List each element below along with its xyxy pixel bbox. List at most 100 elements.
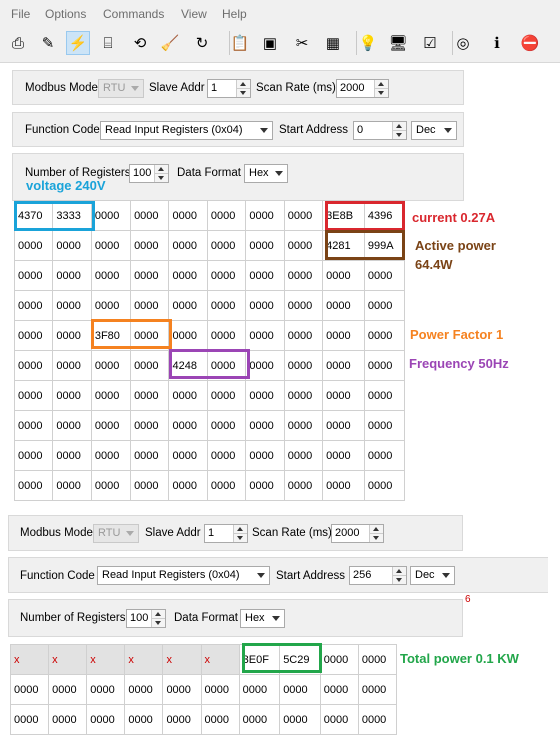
register-cell[interactable]: 0000 xyxy=(90,380,132,411)
register-cell[interactable]: 0000 xyxy=(162,674,202,705)
register-cell[interactable]: 0000 xyxy=(283,410,324,441)
register-cell[interactable]: 0000 xyxy=(357,674,398,705)
register-cell[interactable]: 0000 xyxy=(206,440,247,471)
register-cell[interactable]: 0000 xyxy=(52,320,92,351)
register-cell[interactable]: 0000 xyxy=(245,230,285,261)
register-cell[interactable]: 0000 xyxy=(322,410,365,441)
register-cell[interactable]: 0000 xyxy=(13,230,54,261)
register-cell[interactable]: 0000 xyxy=(363,350,406,381)
register-cell[interactable]: 0000 xyxy=(13,320,54,351)
register-cell[interactable]: 0000 xyxy=(13,470,54,501)
register-cell[interactable]: 0000 xyxy=(363,440,406,471)
register-cell[interactable]: 0000 xyxy=(319,644,359,675)
register-cell[interactable]: 0000 xyxy=(245,380,285,411)
register-cell[interactable]: 0000 xyxy=(206,260,247,291)
register-cell[interactable]: 0000 xyxy=(279,704,321,735)
register-cell[interactable]: 0000 xyxy=(245,440,285,471)
register-cell[interactable]: 0000 xyxy=(206,230,247,261)
register-cell[interactable]: 0000 xyxy=(130,440,170,471)
register-cell[interactable]: 0000 xyxy=(357,644,398,675)
register-cell[interactable]: 0000 xyxy=(206,380,247,411)
register-cell[interactable]: 0000 xyxy=(90,440,132,471)
register-cell[interactable]: 0000 xyxy=(52,230,92,261)
register-cell[interactable]: 0000 xyxy=(13,440,54,471)
register-cell[interactable]: 0000 xyxy=(52,350,92,381)
register-cell[interactable]: 0000 xyxy=(363,290,406,321)
menu-help[interactable]: Help xyxy=(222,7,247,21)
function-code-select[interactable]: Read Input Registers (0x04) xyxy=(97,566,270,585)
register-cell[interactable]: 0000 xyxy=(322,320,365,351)
register-cell[interactable]: 0000 xyxy=(13,410,54,441)
register-cell[interactable]: 0000 xyxy=(168,260,208,291)
table-icon[interactable]: ▦ xyxy=(321,31,345,55)
register-cell[interactable]: 0000 xyxy=(86,674,126,705)
register-cell[interactable]: x xyxy=(86,644,126,675)
register-cell[interactable]: 0000 xyxy=(13,350,54,381)
register-cell[interactable]: 0000 xyxy=(283,230,324,261)
register-cell[interactable]: 0000 xyxy=(206,200,247,231)
register-cell[interactable]: 0000 xyxy=(13,290,54,321)
start-address-spinbox[interactable]: 0 xyxy=(353,121,407,140)
register-cell[interactable]: x xyxy=(200,644,240,675)
register-cell[interactable]: 0000 xyxy=(245,290,285,321)
register-cell[interactable]: 0000 xyxy=(52,260,92,291)
register-cell[interactable]: 0000 xyxy=(206,470,247,501)
device-icon[interactable]: 🖥 xyxy=(386,31,410,55)
register-cell[interactable]: 0000 xyxy=(52,470,92,501)
register-cell[interactable]: 0000 xyxy=(206,290,247,321)
num-registers-spinbox[interactable]: 100 xyxy=(129,164,169,183)
register-cell[interactable]: 0000 xyxy=(283,290,324,321)
data-format-select[interactable]: Hex xyxy=(240,609,285,628)
info-icon[interactable]: ℹ xyxy=(485,31,509,55)
register-cell[interactable]: x xyxy=(9,644,50,675)
register-cell[interactable]: 0000 xyxy=(363,380,406,411)
disconnect-icon[interactable]: ⌸ xyxy=(96,31,120,55)
register-cell[interactable]: 0000 xyxy=(90,200,132,231)
register-cell[interactable]: 0000 xyxy=(279,674,321,705)
register-cell[interactable]: 0000 xyxy=(319,674,359,705)
check-icon[interactable]: ☑ xyxy=(418,31,442,55)
register-cell[interactable]: 0000 xyxy=(124,704,164,735)
register-cell[interactable]: 0000 xyxy=(245,260,285,291)
register-cell[interactable]: 0000 xyxy=(245,200,285,231)
register-cell[interactable]: 0000 xyxy=(124,674,164,705)
register-cell[interactable]: 0000 xyxy=(52,440,92,471)
register-cell[interactable]: 0000 xyxy=(206,320,247,351)
register-cell[interactable]: 0000 xyxy=(363,410,406,441)
register-cell[interactable]: 5C29 xyxy=(279,644,321,675)
register-cell[interactable]: 0000 xyxy=(86,704,126,735)
register-cell[interactable]: 0000 xyxy=(13,260,54,291)
register-cell[interactable]: 0000 xyxy=(245,320,285,351)
open-file-icon[interactable]: ✎ xyxy=(36,31,60,55)
register-cell[interactable]: 0000 xyxy=(283,260,324,291)
register-cell[interactable]: 0000 xyxy=(90,470,132,501)
bulb-icon[interactable]: 💡 xyxy=(356,31,380,55)
menu-options[interactable]: Options xyxy=(45,7,86,21)
menu-view[interactable]: View xyxy=(181,7,207,21)
register-cell[interactable]: 0000 xyxy=(363,320,406,351)
register-cell[interactable]: 0000 xyxy=(200,704,240,735)
register-cell[interactable]: 0000 xyxy=(168,290,208,321)
register-cell[interactable]: 0000 xyxy=(245,410,285,441)
menu-file[interactable]: File xyxy=(11,7,30,21)
register-cell[interactable]: 0000 xyxy=(130,350,170,381)
register-cell[interactable]: 0000 xyxy=(200,674,240,705)
register-cell[interactable]: x xyxy=(124,644,164,675)
start-address-spinbox[interactable]: 256 xyxy=(349,566,407,585)
refresh-icon[interactable]: ↻ xyxy=(190,31,214,55)
register-cell[interactable]: 0000 xyxy=(363,260,406,291)
close-icon[interactable]: ⛔ xyxy=(518,31,542,55)
register-cell[interactable]: 0000 xyxy=(322,380,365,411)
register-cell[interactable]: 0000 xyxy=(283,440,324,471)
register-cell[interactable]: 0000 xyxy=(168,320,208,351)
register-cell[interactable]: 0000 xyxy=(168,440,208,471)
register-cell[interactable]: 0000 xyxy=(245,350,285,381)
register-cell[interactable]: 0000 xyxy=(130,410,170,441)
register-cell[interactable]: 0000 xyxy=(130,470,170,501)
register-cell[interactable]: 4370 xyxy=(13,200,54,231)
register-cell[interactable]: 0000 xyxy=(90,290,132,321)
register-cell[interactable]: x xyxy=(48,644,88,675)
register-cell[interactable]: 0000 xyxy=(322,440,365,471)
register-cell[interactable]: 0000 xyxy=(9,674,50,705)
register-cell[interactable]: 0000 xyxy=(90,230,132,261)
